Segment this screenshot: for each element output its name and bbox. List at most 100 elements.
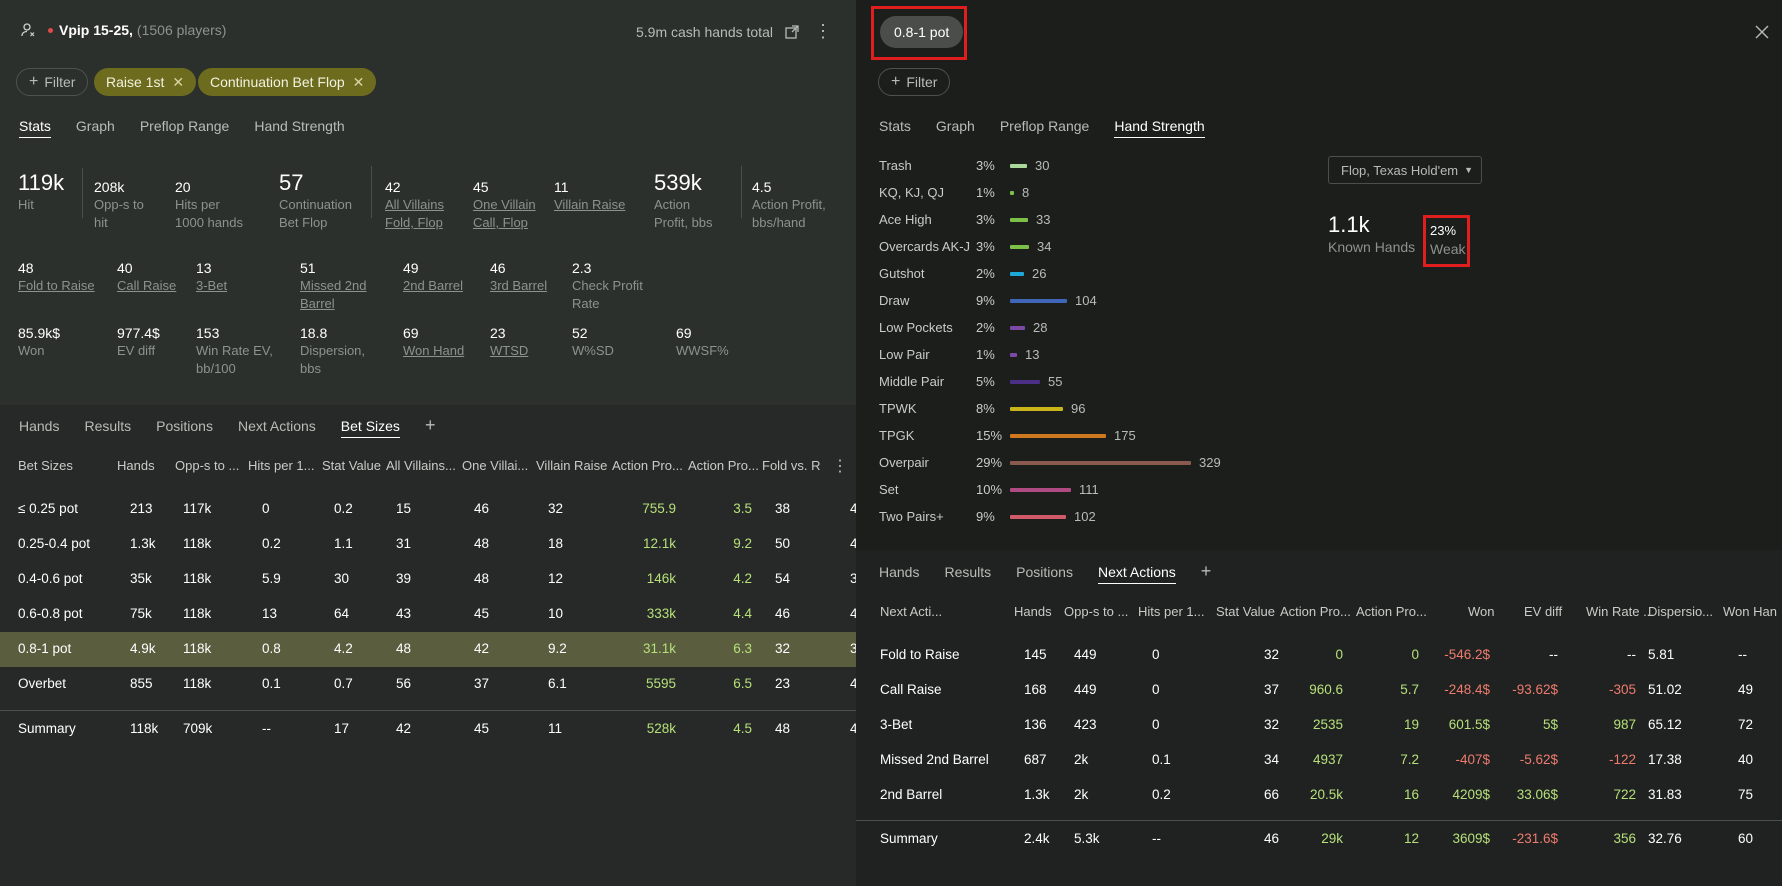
subtab-next-actions[interactable]: Next Actions: [238, 418, 316, 438]
tab-stats[interactable]: Stats: [19, 118, 51, 138]
column-header[interactable]: Stat Value: [322, 458, 381, 473]
subtab-hands[interactable]: Hands: [879, 564, 919, 584]
stat-stats_row2-5[interactable]: 46 3rd Barrel: [490, 259, 547, 295]
table-row[interactable]: Call Raise 168 449 0 37 960.6 5.7 -248.4$ -93.62…: [856, 673, 1782, 708]
tab-preflop-range[interactable]: Preflop Range: [1000, 118, 1090, 138]
stat-stats_row1-5[interactable]: 45 One Villain Call, Flop: [473, 178, 536, 232]
column-header[interactable]: Action Pro...: [612, 458, 683, 473]
column-header[interactable]: Action Pro...: [1280, 604, 1351, 619]
column-header[interactable]: Opp-s to ...: [1064, 604, 1128, 619]
remove-chip-icon[interactable]: ✕: [172, 74, 184, 91]
table-row[interactable]: ≤ 0.25 pot 213 117k 0 0.2 15 46 32 755.9 3.5 38 4: [0, 492, 856, 527]
stat-stats_row2-0[interactable]: 48 Fold to Raise: [18, 259, 95, 295]
table-row[interactable]: 3-Bet 136 423 0 32 2535 19 601.5$ 5$ 987 65.12 72: [856, 708, 1782, 743]
remove-chip-icon[interactable]: ✕: [353, 74, 365, 91]
subtab-results[interactable]: Results: [84, 418, 131, 438]
column-header[interactable]: Won: [1468, 604, 1495, 619]
stat-stats_row2-3[interactable]: 51 Missed 2nd Barrel: [300, 259, 366, 313]
hand-strength-row[interactable]: Ace High 3% 33: [856, 208, 1256, 232]
hand-strength-row[interactable]: Overcards AK-J 3% 34: [856, 235, 1256, 259]
tab-graph[interactable]: Graph: [936, 118, 975, 138]
stat-stats_row1-4[interactable]: 42 All Villains Fold, Flop: [385, 178, 444, 232]
tab-graph[interactable]: Graph: [76, 118, 115, 138]
column-header[interactable]: Hits per 1...: [1138, 604, 1204, 619]
stat-label: Won: [18, 343, 45, 358]
column-header[interactable]: Won Han: [1723, 604, 1777, 619]
subtab-bet-sizes[interactable]: Bet Sizes: [340, 418, 400, 438]
filter-chip-raise-1st[interactable]: Raise 1st ✕: [94, 68, 197, 96]
open-external-icon[interactable]: [784, 24, 800, 40]
filter-chip-cbet-flop[interactable]: Continuation Bet Flop ✕: [198, 68, 377, 96]
column-options-icon[interactable]: ⋮: [832, 456, 848, 476]
tab-hand-strength[interactable]: Hand Strength: [1114, 118, 1205, 138]
player-group-icon[interactable]: [20, 22, 36, 38]
hand-strength-row[interactable]: Overpair 29% 329: [856, 451, 1256, 475]
table-row[interactable]: 2nd Barrel 1.3k 2k 0.2 66 20.5k 16 4209$ 33.06$ 7…: [856, 778, 1782, 813]
subtab-positions[interactable]: Positions: [1016, 564, 1073, 584]
column-header[interactable]: Bet Sizes: [18, 458, 73, 473]
table-row[interactable]: Overbet 855 118k 0.1 0.7 56 37 6.1 5595 6.5 23 4: [0, 667, 856, 702]
hand-strength-row[interactable]: Trash 3% 30: [856, 154, 1256, 178]
add-tab-icon[interactable]: +: [425, 416, 436, 438]
table-cell: 9.2: [733, 536, 752, 551]
add-filter-button[interactable]: + Filter: [878, 68, 951, 96]
column-header[interactable]: Next Acti...: [880, 604, 942, 619]
table-row[interactable]: 0.6-0.8 pot 75k 118k 13 64 43 45 10 333k 4.4 46 4: [0, 597, 856, 632]
column-header[interactable]: All Villains...: [386, 458, 456, 473]
subtab-hands[interactable]: Hands: [19, 418, 59, 438]
hand-strength-row[interactable]: TPGK 15% 175: [856, 424, 1256, 448]
stat-label: One Villain: [473, 197, 536, 212]
column-header[interactable]: Hands: [1014, 604, 1052, 619]
column-header[interactable]: Action Pro...: [688, 458, 759, 473]
stat-stats_row2-2[interactable]: 13 3-Bet: [196, 259, 227, 295]
table-cell: Call Raise: [880, 682, 942, 697]
column-header[interactable]: Villain Raise: [536, 458, 607, 473]
stat-stats_row2-4[interactable]: 49 2nd Barrel: [403, 259, 463, 295]
hand-strength-row[interactable]: Gutshot 2% 26: [856, 262, 1256, 286]
column-header[interactable]: One Villai...: [462, 458, 528, 473]
table-cell: 118k: [183, 571, 212, 586]
column-header[interactable]: Fold vs. R: [762, 458, 821, 473]
column-header[interactable]: Action Pro...: [1356, 604, 1427, 619]
game-type-dropdown[interactable]: Flop, Texas Hold'em ▼: [1328, 156, 1482, 184]
hand-strength-row[interactable]: Set 10% 111: [856, 478, 1256, 502]
hand-strength-row[interactable]: KQ, KJ, QJ 1% 8: [856, 181, 1256, 205]
table-cell: 32: [1263, 717, 1279, 732]
stat-stats_row3-4[interactable]: 69 Won Hand: [403, 324, 464, 360]
hand-strength-row[interactable]: Two Pairs+ 9% 102: [856, 505, 1256, 529]
add-tab-icon[interactable]: +: [1201, 562, 1212, 584]
stat-stats_row1-6[interactable]: 11 Villain Raise: [554, 178, 625, 214]
stat-stats_row3-5[interactable]: 23 WTSD: [490, 324, 528, 360]
stat-stats_row2-1[interactable]: 40 Call Raise: [117, 259, 176, 295]
column-header[interactable]: Opp-s to ...: [175, 458, 239, 473]
table-cell: 19: [1403, 717, 1419, 732]
column-header[interactable]: EV diff: [1524, 604, 1562, 619]
add-filter-button[interactable]: + Filter: [16, 68, 89, 96]
table-row[interactable]: Fold to Raise 145 449 0 32 0 0 -546.2$ -- -- 5.81-…: [856, 638, 1782, 673]
column-header[interactable]: Dispersio...: [1648, 604, 1713, 619]
close-icon[interactable]: [1754, 24, 1770, 40]
hand-strength-row[interactable]: Draw 9% 104: [856, 289, 1256, 313]
hand-strength-count: 111: [1079, 482, 1099, 497]
table-row[interactable]: 0.8-1 pot 4.9k 118k 0.8 4.2 48 42 9.2 31.1k 6.3 32…: [0, 632, 856, 667]
subtab-next-actions[interactable]: Next Actions: [1097, 564, 1176, 584]
column-header[interactable]: Hits per 1...: [248, 458, 314, 473]
subtab-results[interactable]: Results: [944, 564, 991, 584]
tab-stats[interactable]: Stats: [879, 118, 911, 138]
hand-strength-row[interactable]: Low Pockets 2% 28: [856, 316, 1256, 340]
tab-preflop-range[interactable]: Preflop Range: [140, 118, 230, 138]
column-header[interactable]: Win Rate ...: [1586, 604, 1654, 619]
hand-strength-row[interactable]: TPWK 8% 96: [856, 397, 1256, 421]
subtab-positions[interactable]: Positions: [156, 418, 213, 438]
column-header[interactable]: Hands: [117, 458, 155, 473]
hand-strength-row[interactable]: Middle Pair 5% 55: [856, 370, 1256, 394]
table-cell: 48: [775, 721, 791, 736]
table-cell: 4.9k: [130, 641, 156, 656]
tab-hand-strength[interactable]: Hand Strength: [254, 118, 344, 138]
hand-strength-row[interactable]: Low Pair 1% 13: [856, 343, 1256, 367]
table-row[interactable]: Missed 2nd Barrel 687 2k 0.1 34 4937 7.2 -407$ -…: [856, 743, 1782, 778]
table-row[interactable]: 0.25-0.4 pot 1.3k 118k 0.2 1.1 31 48 18 12.1k 9.2…: [0, 527, 856, 562]
table-row[interactable]: 0.4-0.6 pot 35k 118k 5.9 30 39 48 12 146k 4.2 54 3: [0, 562, 856, 597]
column-header[interactable]: Stat Value: [1216, 604, 1275, 619]
more-options-icon[interactable]: ⋮: [814, 22, 832, 40]
